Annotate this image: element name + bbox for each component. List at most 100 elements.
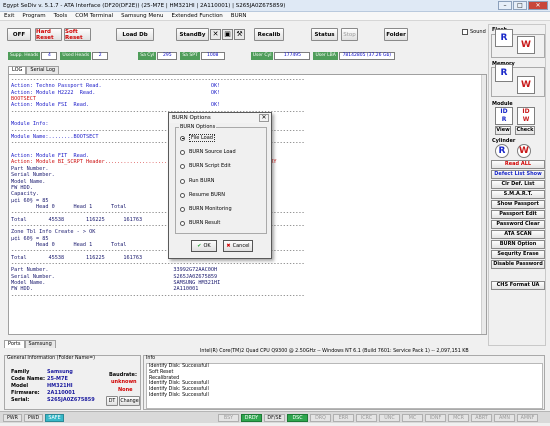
radio-burn-result[interactable]: BURN Result <box>180 219 220 227</box>
radio-icon[interactable] <box>180 149 185 155</box>
show-passport-button[interactable]: Show Passport <box>491 200 545 209</box>
minimize-icon[interactable]: – <box>498 1 512 10</box>
status-bar: PWR PWD SAFE BSY DRDY DF/SE DSC DRQ ERR ICRC UNC MC… <box>0 411 550 423</box>
radio-resume-burn[interactable]: Resume BURN <box>180 191 225 199</box>
disable-password-button[interactable]: Disable Password <box>491 260 545 269</box>
close-icon[interactable]: ✕ <box>528 1 548 10</box>
indicator-err: ERR <box>333 414 354 422</box>
status-button[interactable]: Status <box>311 28 338 41</box>
cylinder-write-icon[interactable]: W <box>517 144 531 158</box>
tab-samsung[interactable]: Samsung <box>24 340 56 348</box>
module-read-icon[interactable]: ID R <box>495 107 513 125</box>
title-bar: Egypt SeDiv v. 5.1.7 - ATA Interface (DF… <box>0 0 550 12</box>
radio-label: Resume BURN <box>189 192 225 198</box>
menu-exit[interactable]: Exit <box>4 13 14 19</box>
menu-bar: Exit Program Tools COM Terminal Samsung … <box>0 12 550 21</box>
menu-com-terminal[interactable]: COM Terminal <box>75 13 113 19</box>
sound-checkbox[interactable]: Sound <box>462 29 486 35</box>
hard-reset-button[interactable]: Hard Reset <box>35 28 62 41</box>
menu-samsung[interactable]: Samsung Menu <box>121 13 163 19</box>
toolbar: OFF Hard Reset Soft Reset Load Db StandB… <box>1 24 486 48</box>
cancel-label: Cancel <box>232 243 250 249</box>
menu-burn[interactable]: BURN <box>231 13 247 19</box>
smart-button[interactable]: S.M.A.R.T. <box>491 190 545 199</box>
model-label: Model <box>11 383 29 389</box>
flash-read-icon[interactable]: R <box>495 29 513 47</box>
menu-tools[interactable]: Tools <box>54 13 68 19</box>
memory-write-icon[interactable]: W <box>517 76 535 94</box>
stop-button[interactable]: Stop <box>341 28 358 41</box>
passport-edit-button[interactable]: Passport Edit <box>491 210 545 219</box>
view-button[interactable]: View <box>495 126 511 135</box>
user-lba-label: User LBA <box>313 52 338 60</box>
indicator-icrc: ICRC <box>356 414 377 422</box>
indicator-idnf: IDNF <box>425 414 446 422</box>
sound-label: Sound <box>470 29 486 35</box>
radio-file-load[interactable]: File Load <box>180 134 215 142</box>
defect-list-show-button[interactable]: Defect List Show <box>491 170 545 179</box>
radio-icon[interactable] <box>180 220 185 226</box>
off-button[interactable]: OFF <box>7 28 31 41</box>
clear-defect-list-button[interactable]: Clr Def. List <box>491 180 545 189</box>
radio-burn-source-load[interactable]: BURN Source Load <box>180 148 236 156</box>
burn-option-button[interactable]: BURN Option <box>491 240 545 249</box>
memory-read-icon[interactable]: R <box>495 64 513 82</box>
used-heads-value: 2 <box>92 52 109 60</box>
ok-button[interactable]: ✔ OK <box>191 240 217 252</box>
dt-button[interactable]: DT <box>106 396 118 406</box>
close-x-icon[interactable]: ✕ <box>210 29 221 40</box>
load-db-button[interactable]: Load Db <box>116 28 154 41</box>
ata-scan-button[interactable]: ATA SCAN <box>491 230 545 239</box>
radio-icon[interactable] <box>180 163 185 169</box>
tab-log[interactable]: LOG <box>8 66 27 74</box>
save-disk-icon[interactable]: ▣ <box>222 29 233 40</box>
soft-reset-button[interactable]: Soft Reset <box>64 28 91 41</box>
info-list[interactable]: Identify Disk: Successfull Soft Reset Re… <box>146 363 543 409</box>
cylinder-read-icon[interactable]: R <box>495 144 509 158</box>
baudrate-value: unknown <box>111 379 137 385</box>
radio-label: BURN Source Load <box>189 149 236 155</box>
module-write-icon[interactable]: ID W <box>517 107 535 125</box>
log-scrollbar[interactable] <box>481 75 486 334</box>
flash-write-icon[interactable]: W <box>517 36 535 54</box>
radio-burn-script-edit[interactable]: BURN Script Edit <box>180 162 231 170</box>
supp-heads-value: 4 <box>41 52 58 60</box>
radio-icon[interactable] <box>180 206 185 212</box>
radio-icon[interactable] <box>180 192 185 198</box>
ok-label: OK <box>203 243 211 249</box>
indicator-drq: DRQ <box>310 414 331 422</box>
change-button[interactable]: Change <box>119 396 140 406</box>
dialog-close-icon[interactable]: ✕ <box>259 114 269 122</box>
check-button[interactable]: Check <box>515 126 535 135</box>
burn-options-dialog: BURN Options ✕ BURN Options File Load BU… <box>168 112 272 259</box>
menu-program[interactable]: Program <box>22 13 45 19</box>
cpu-info: Intel(R) Core(TM)2 Quad CPU Q9300 @ 2.50… <box>200 349 469 354</box>
group-title: BURN Options <box>179 124 217 130</box>
radio-icon[interactable] <box>180 178 185 184</box>
model-value: HM321HI <box>47 383 73 389</box>
security-erase-button[interactable]: Sequrity Erase <box>491 250 545 259</box>
info-line: Identify Disk: Successfull <box>149 392 209 398</box>
password-clear-button[interactable]: Password Clear <box>491 220 545 229</box>
folder-button[interactable]: Folder <box>384 28 408 41</box>
chs-format-ua-button[interactable]: CHS Format UA <box>491 281 545 290</box>
supp-heads-label: Supp. Heads <box>8 52 41 60</box>
general-info-title: General Information (Folder Name=) <box>7 356 95 361</box>
checkbox-box-icon[interactable] <box>462 29 468 35</box>
radio-burn-monitoring[interactable]: BURN Monitoring <box>180 205 232 213</box>
tab-ports[interactable]: Ports <box>4 340 25 348</box>
radio-run-burn[interactable]: Run BURN <box>180 177 214 185</box>
window-controls: – □ ✕ <box>498 1 548 10</box>
cancel-button[interactable]: ✖ Cancel <box>223 240 253 252</box>
tools-icon[interactable]: ⚒ <box>234 29 245 40</box>
indicator-abrt: ABRT <box>471 414 492 422</box>
read-all-button[interactable]: Read ALL <box>491 160 545 169</box>
port-value: None <box>118 387 133 393</box>
maximize-icon[interactable]: □ <box>513 1 527 10</box>
radio-selected-icon[interactable] <box>180 135 185 141</box>
standby-button[interactable]: StandBy <box>176 28 209 41</box>
menu-extended-function[interactable]: Extended Function <box>172 13 223 19</box>
tab-serial-log[interactable]: Serial Log <box>26 66 60 74</box>
recalib-button[interactable]: Recalib <box>254 28 284 41</box>
serial-value: S265JA0Z675859 <box>47 397 95 403</box>
